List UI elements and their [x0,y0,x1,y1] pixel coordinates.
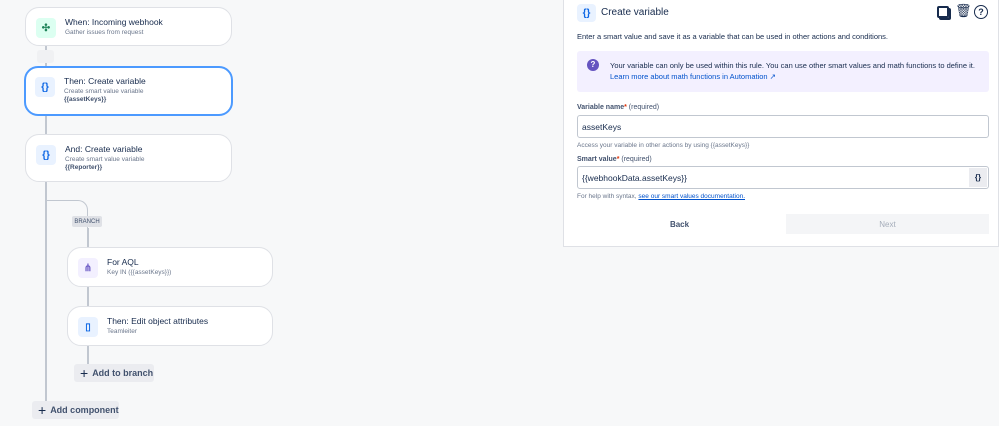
smart-values-doc-link[interactable]: see our smart values documentation. [638,193,745,200]
help-icon[interactable]: ? [974,5,988,19]
card-value: {{assetKeys}} [64,96,107,104]
button-label: Add to branch [92,368,154,378]
create-variable-card-selected[interactable]: {} Then: Create variable Create smart val… [24,66,233,116]
smart-value-label: Smart value* (required) [577,156,652,163]
add-between-button[interactable] [37,50,54,63]
info-box: ? Your variable can only be used within … [577,51,989,92]
smart-value-picker-icon[interactable]: {} [969,168,987,187]
card-value: {{Reporter}} [65,164,103,172]
plus-icon: + [80,365,89,381]
button-label: Add component [50,405,119,415]
trigger-card[interactable]: ✣ When: Incoming webhook Gather issues fr… [25,7,232,46]
math-functions-link[interactable]: Learn more about math functions in Autom… [610,72,776,81]
create-variable-card[interactable]: {} And: Create variable Create smart valu… [25,134,232,182]
next-button[interactable]: Next [786,214,989,234]
required-text: (required) [628,104,660,111]
card-title: Then: Create variable [64,76,146,86]
required-mark: * [624,104,627,111]
required-text: (required) [621,156,652,163]
help-prefix: For help with syntax, [577,193,637,200]
required-mark: * [616,156,620,163]
label-text: Smart value [577,156,617,163]
plus-icon: + [38,402,47,418]
card-title: And: Create variable [65,144,143,154]
add-to-branch-button[interactable]: + Add to branch [74,364,154,382]
panel-description: Enter a smart value and save it as a var… [577,32,889,41]
curly-braces-icon: {} [577,4,596,22]
smart-value-input[interactable]: {{webhookData.assetKeys}} {} [577,166,989,189]
card-subtitle: Teamleiter [107,327,137,335]
question-icon: ? [587,59,599,71]
hierarchy-icon: ⋔ [78,258,98,278]
webhook-icon: ✣ [36,18,56,38]
card-subtitle: Create smart value variable [65,155,145,163]
label-text: Variable name [577,104,625,111]
panel-title: Create variable [601,7,669,18]
add-component-button[interactable]: + Add component [32,401,119,419]
branch-label: BRANCH [72,216,102,227]
copy-icon[interactable] [937,6,949,18]
curly-braces-icon: {} [36,145,56,165]
info-text: Your variable can only be used within th… [610,61,975,70]
card-subtitle: Key IN ({{assetKeys}}) [107,268,172,276]
variable-name-help: Access your variable in other actions by… [577,142,750,149]
card-title: For AQL [107,257,139,267]
smart-value-help: For help with syntax, see our smart valu… [577,193,745,200]
card-title: When: Incoming webhook [65,17,163,27]
card-subtitle: Gather issues from request [65,28,144,36]
config-panel: {} Create variable 🗑 ? Enter a smart val… [563,0,999,247]
card-title: Then: Edit object attributes [107,316,209,326]
back-button[interactable]: Back [577,214,782,234]
edit-object-card[interactable]: ▯ Then: Edit object attributes Teamleiter [67,306,273,346]
variable-name-label: Variable name* (required) [577,104,659,111]
card-subtitle: Create smart value variable [64,87,144,95]
variable-name-input[interactable]: assetKeys [577,115,989,138]
trash-icon[interactable]: 🗑 [955,3,972,19]
database-icon: ▯ [78,317,98,337]
for-aql-card[interactable]: ⋔ For AQL Key IN ({{assetKeys}}) [67,247,273,287]
smart-value-text: {{webhookData.assetKeys}} [582,172,687,183]
curly-braces-icon: {} [35,77,55,97]
